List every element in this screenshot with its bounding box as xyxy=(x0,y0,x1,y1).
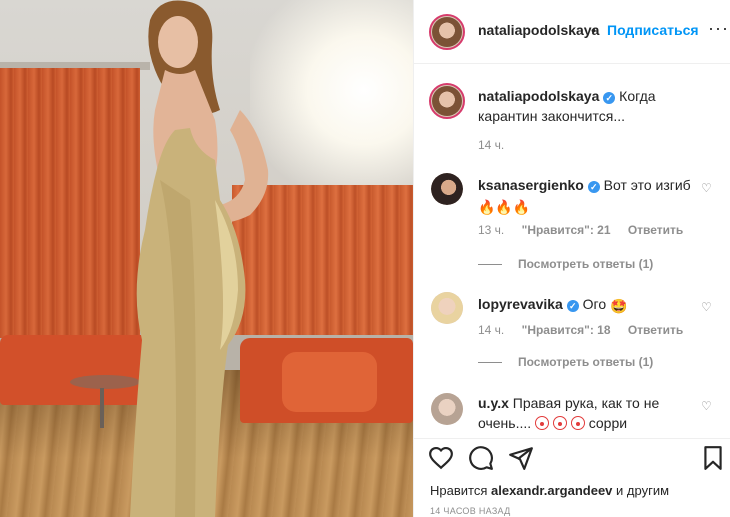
caption-username[interactable]: nataliapodolskaya xyxy=(478,88,599,104)
share-paper-plane-icon[interactable] xyxy=(508,445,534,471)
comment-avatar[interactable] xyxy=(431,173,463,205)
clown-emoji-icon xyxy=(570,416,585,430)
verified-icon: ✓ xyxy=(566,300,579,312)
comment-likes[interactable]: "Нравится": 21 xyxy=(522,223,611,237)
comment-username[interactable]: u.y.x xyxy=(478,395,509,411)
likes-prefix: Нравится xyxy=(430,483,488,498)
comment-time: 14 ч. xyxy=(478,323,505,337)
star-eyes-emoji-icon: 🤩 xyxy=(610,298,628,314)
comment-text: u.y.x Правая рука, как то не очень.... с… xyxy=(478,393,698,433)
post-photo[interactable] xyxy=(0,0,413,517)
photo-table-leg xyxy=(100,388,104,428)
comment-text: ksanasergienko ✓ Вот это изгиб 🔥🔥🔥 xyxy=(478,175,698,217)
photo-person xyxy=(130,0,269,517)
comment-body: Вот это изгиб xyxy=(603,177,691,193)
photo-blinds-left xyxy=(0,68,140,338)
photo-sofa-arm xyxy=(282,352,377,412)
reply-button[interactable]: Ответить xyxy=(628,223,683,237)
clown-emoji-icon xyxy=(552,416,567,430)
comment-time: 13 ч. xyxy=(478,223,505,237)
caption-text: nataliapodolskaya ✓ Когда карантин закон… xyxy=(478,86,698,126)
comment-username[interactable]: ksanasergienko xyxy=(478,177,584,193)
comment-like-heart-icon[interactable]: ♡ xyxy=(701,181,712,195)
comment-meta: 13 ч. "Нравится": 21 Ответить xyxy=(478,223,697,237)
view-replies-button[interactable]: Посмотреть ответы (1) xyxy=(478,257,653,271)
verified-icon: ✓ xyxy=(603,92,616,104)
save-bookmark-icon[interactable] xyxy=(700,445,726,471)
comments-list[interactable]: nataliapodolskaya ✓ Когда карантин закон… xyxy=(414,65,730,438)
comment-meta: 14 ч. "Нравится": 18 Ответить xyxy=(478,323,697,337)
likes-summary: Нравится alexandr.argandeev и другим xyxy=(430,483,669,498)
reply-button[interactable]: Ответить xyxy=(628,323,683,337)
more-options-icon[interactable]: ··· xyxy=(708,18,729,39)
replies-line xyxy=(478,362,502,364)
likes-username[interactable]: alexandr.argandeev xyxy=(491,483,612,498)
comment-body: Ого xyxy=(582,296,607,312)
post-header: nataliapodolskaya • Подписаться ··· xyxy=(414,0,730,64)
post-timestamp[interactable]: 14 ЧАСОВ НАЗАД xyxy=(430,506,511,516)
comment-avatar[interactable] xyxy=(431,292,463,324)
comment-text: lopyrevavika ✓ Ого 🤩 xyxy=(478,294,698,316)
view-replies-label: Посмотреть ответы (1) xyxy=(518,257,654,271)
fire-emoji-icon: 🔥🔥🔥 xyxy=(478,199,531,215)
header-dot: • xyxy=(591,22,596,38)
replies-line xyxy=(478,264,502,266)
view-replies-label: Посмотреть ответы (1) xyxy=(518,355,654,369)
author-avatar[interactable] xyxy=(429,14,465,50)
clown-emoji-icon xyxy=(535,416,550,430)
follow-button[interactable]: Подписаться xyxy=(607,22,699,38)
caption-time: 14 ч. xyxy=(478,138,505,152)
like-heart-icon[interactable] xyxy=(428,445,454,471)
comment-likes[interactable]: "Нравится": 18 xyxy=(522,323,611,337)
comment-bubble-icon[interactable] xyxy=(468,445,494,471)
comment-like-heart-icon[interactable]: ♡ xyxy=(701,300,712,314)
comment-like-heart-icon[interactable]: ♡ xyxy=(701,399,712,413)
verified-icon: ✓ xyxy=(587,181,600,193)
post-panel: nataliapodolskaya • Подписаться ··· nata… xyxy=(413,0,730,517)
comment-body-end: сорри xyxy=(588,415,628,431)
view-replies-button[interactable]: Посмотреть ответы (1) xyxy=(478,355,653,369)
caption-meta: 14 ч. xyxy=(478,138,518,152)
caption-avatar[interactable] xyxy=(429,83,465,119)
author-name[interactable]: nataliapodolskaya xyxy=(478,22,599,38)
action-bar xyxy=(414,445,730,477)
post-footer: Нравится alexandr.argandeev и другим 14 … xyxy=(414,438,730,517)
comment-username[interactable]: lopyrevavika xyxy=(478,296,563,312)
likes-suffix[interactable]: и другим xyxy=(616,483,669,498)
comment-avatar[interactable] xyxy=(431,393,463,425)
